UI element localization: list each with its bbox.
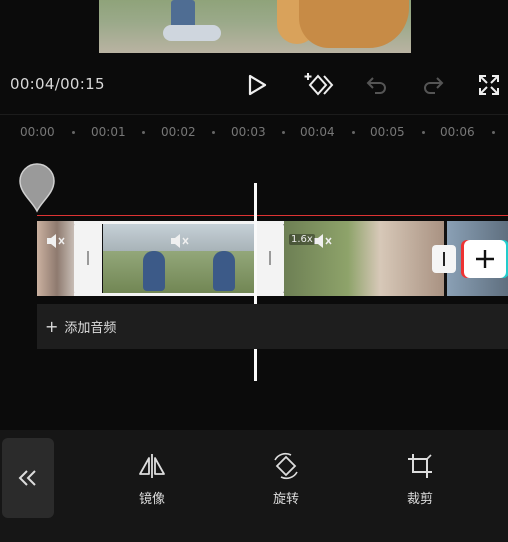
trim-handle-left[interactable] [74, 221, 102, 296]
mute-icon[interactable] [45, 233, 67, 249]
back-button[interactable] [2, 438, 54, 518]
add-audio-label: 添加音频 [64, 321, 117, 336]
trim-handle-right[interactable] [256, 221, 284, 296]
rotate-icon [274, 452, 298, 480]
selection-border [74, 221, 284, 224]
selection-border [74, 293, 284, 296]
ruler-tick: 00:01 [91, 125, 126, 139]
speed-badge: 1.6x [289, 234, 315, 245]
time-ruler[interactable]: 00:00 00:01 00:02 00:03 00:04 00:05 00:0… [0, 114, 508, 147]
mute-icon[interactable] [312, 233, 334, 249]
fullscreen-icon [479, 75, 499, 95]
plus-icon: + [45, 317, 59, 336]
ruler-tick: 00:02 [161, 125, 196, 139]
fullscreen-button[interactable] [472, 68, 506, 102]
plus-icon [476, 250, 494, 268]
time-readout: 00:04/00:15 [10, 75, 105, 93]
playhead[interactable] [254, 183, 257, 381]
marker-pin-icon[interactable] [18, 163, 56, 213]
keyframe-button[interactable] [302, 68, 336, 102]
crop-label: 裁剪 [406, 492, 433, 507]
ruler-tick: 00:04 [300, 125, 335, 139]
crop-icon [408, 454, 432, 478]
marker-line [37, 215, 508, 216]
redo-button[interactable] [416, 68, 450, 102]
mirror-button[interactable]: 镜像 [112, 452, 192, 512]
ruler-tick: 00:06 [440, 125, 475, 139]
video-clip[interactable] [284, 221, 444, 296]
play-button[interactable] [240, 68, 274, 102]
ruler-tick: 00:05 [370, 125, 405, 139]
undo-icon [366, 77, 386, 94]
add-clip-button[interactable] [464, 240, 506, 278]
redo-icon [424, 77, 444, 94]
undo-button[interactable] [360, 68, 394, 102]
add-audio-button[interactable]: + 添加音频 [37, 304, 508, 349]
double-chevron-left-icon [18, 470, 36, 486]
rotate-label: 旋转 [272, 492, 299, 507]
mirror-label: 镜像 [138, 492, 165, 507]
ruler-tick: 00:00 [20, 125, 55, 139]
transition-button[interactable] [432, 245, 456, 273]
crop-button[interactable]: 裁剪 [380, 452, 460, 512]
play-icon [248, 74, 267, 96]
mirror-icon [139, 454, 165, 478]
keyframe-icon [304, 73, 334, 96]
mute-icon[interactable] [169, 233, 191, 249]
rotate-button[interactable]: 旋转 [246, 452, 326, 512]
ruler-tick: 00:03 [231, 125, 266, 139]
video-preview [0, 0, 508, 62]
transition-icon [443, 252, 445, 266]
preview-frame[interactable] [99, 0, 411, 53]
video-clip[interactable] [37, 221, 77, 296]
